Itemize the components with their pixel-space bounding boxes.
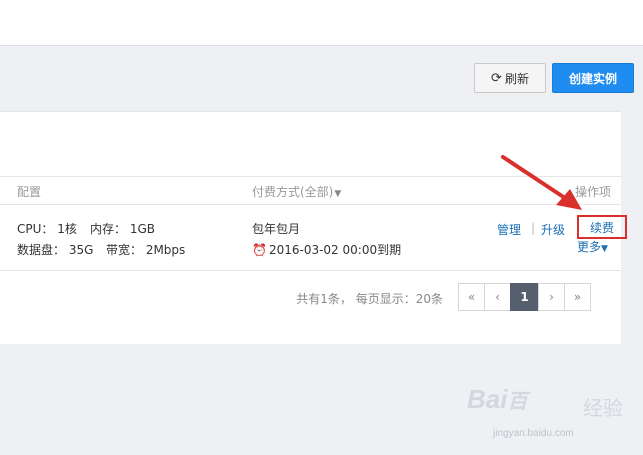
caret-down-icon: ▼ bbox=[601, 244, 608, 254]
next-page-button[interactable]: › bbox=[538, 283, 565, 311]
caret-down-icon: ▼ bbox=[334, 189, 342, 199]
refresh-label: 刷新 bbox=[504, 71, 529, 86]
page-1-button[interactable]: 1 bbox=[510, 283, 539, 311]
header-config: 配置 bbox=[17, 185, 42, 199]
last-page-button[interactable]: » bbox=[564, 283, 591, 311]
alarm-clock-icon: ⏰ bbox=[252, 243, 267, 257]
prev-page-button[interactable]: ‹ bbox=[484, 283, 511, 311]
pagination-info: 共有1条， 每页显示：20条 bbox=[296, 292, 443, 306]
billing-mode: 包年包月 bbox=[252, 222, 301, 236]
expiry-info: ⏰ 2016-03-02 00:00到期 bbox=[252, 241, 401, 258]
more-label: 更多 bbox=[577, 240, 602, 254]
cpu-value: CPU： 1核 bbox=[17, 222, 77, 236]
first-page-button[interactable]: « bbox=[458, 283, 485, 311]
renew-label: 续费 bbox=[589, 220, 614, 235]
renew-link[interactable]: 续费 bbox=[577, 215, 627, 239]
watermark-brand: Bai百 bbox=[467, 384, 528, 414]
refresh-icon: ⟳ bbox=[491, 70, 502, 86]
watermark-label: 经验 bbox=[583, 396, 623, 420]
manage-link[interactable]: 管理 bbox=[497, 221, 521, 238]
watermark-url: jingyan.baidu.com bbox=[493, 428, 574, 439]
header-operations: 操作项 bbox=[574, 185, 611, 199]
upgrade-link[interactable]: 升级 bbox=[541, 221, 565, 238]
disk-value: 数据盘： 35G bbox=[17, 243, 94, 257]
expiry-date: 2016-03-02 00:00到期 bbox=[268, 243, 402, 257]
bandwidth-value: 带宽： 2Mbps bbox=[106, 243, 186, 257]
pagination: « ‹ 1 › » bbox=[458, 283, 591, 313]
ops-separator: | bbox=[531, 221, 536, 235]
table-row: CPU： 1核 内存： 1GB 数据盘： 35G 带宽： 2Mbps 包年包月 … bbox=[0, 204, 627, 271]
top-bar bbox=[0, 0, 643, 46]
header-billing-label: 付费方式(全部) bbox=[252, 185, 334, 199]
create-instance-label: 创建实例 bbox=[568, 71, 617, 86]
refresh-button[interactable]: ⟳ 刷新 bbox=[474, 63, 546, 93]
more-dropdown[interactable]: 更多▼ bbox=[577, 238, 608, 255]
toolbar: ⟳ 刷新 创建实例 bbox=[0, 46, 643, 110]
instance-panel: 配置 付费方式(全部)▼ 操作项 CPU： 1核 内存： 1GB 数据盘： 35… bbox=[0, 111, 627, 344]
header-billing-filter[interactable]: 付费方式(全部)▼ bbox=[252, 183, 341, 200]
create-instance-button[interactable]: 创建实例 bbox=[552, 63, 634, 93]
memory-value: 内存： 1GB bbox=[90, 222, 155, 236]
baidu-jingyan-watermark: Bai百 经验 jingyan.baidu.com bbox=[463, 384, 643, 454]
table-header: 配置 付费方式(全部)▼ 操作项 bbox=[0, 176, 621, 205]
